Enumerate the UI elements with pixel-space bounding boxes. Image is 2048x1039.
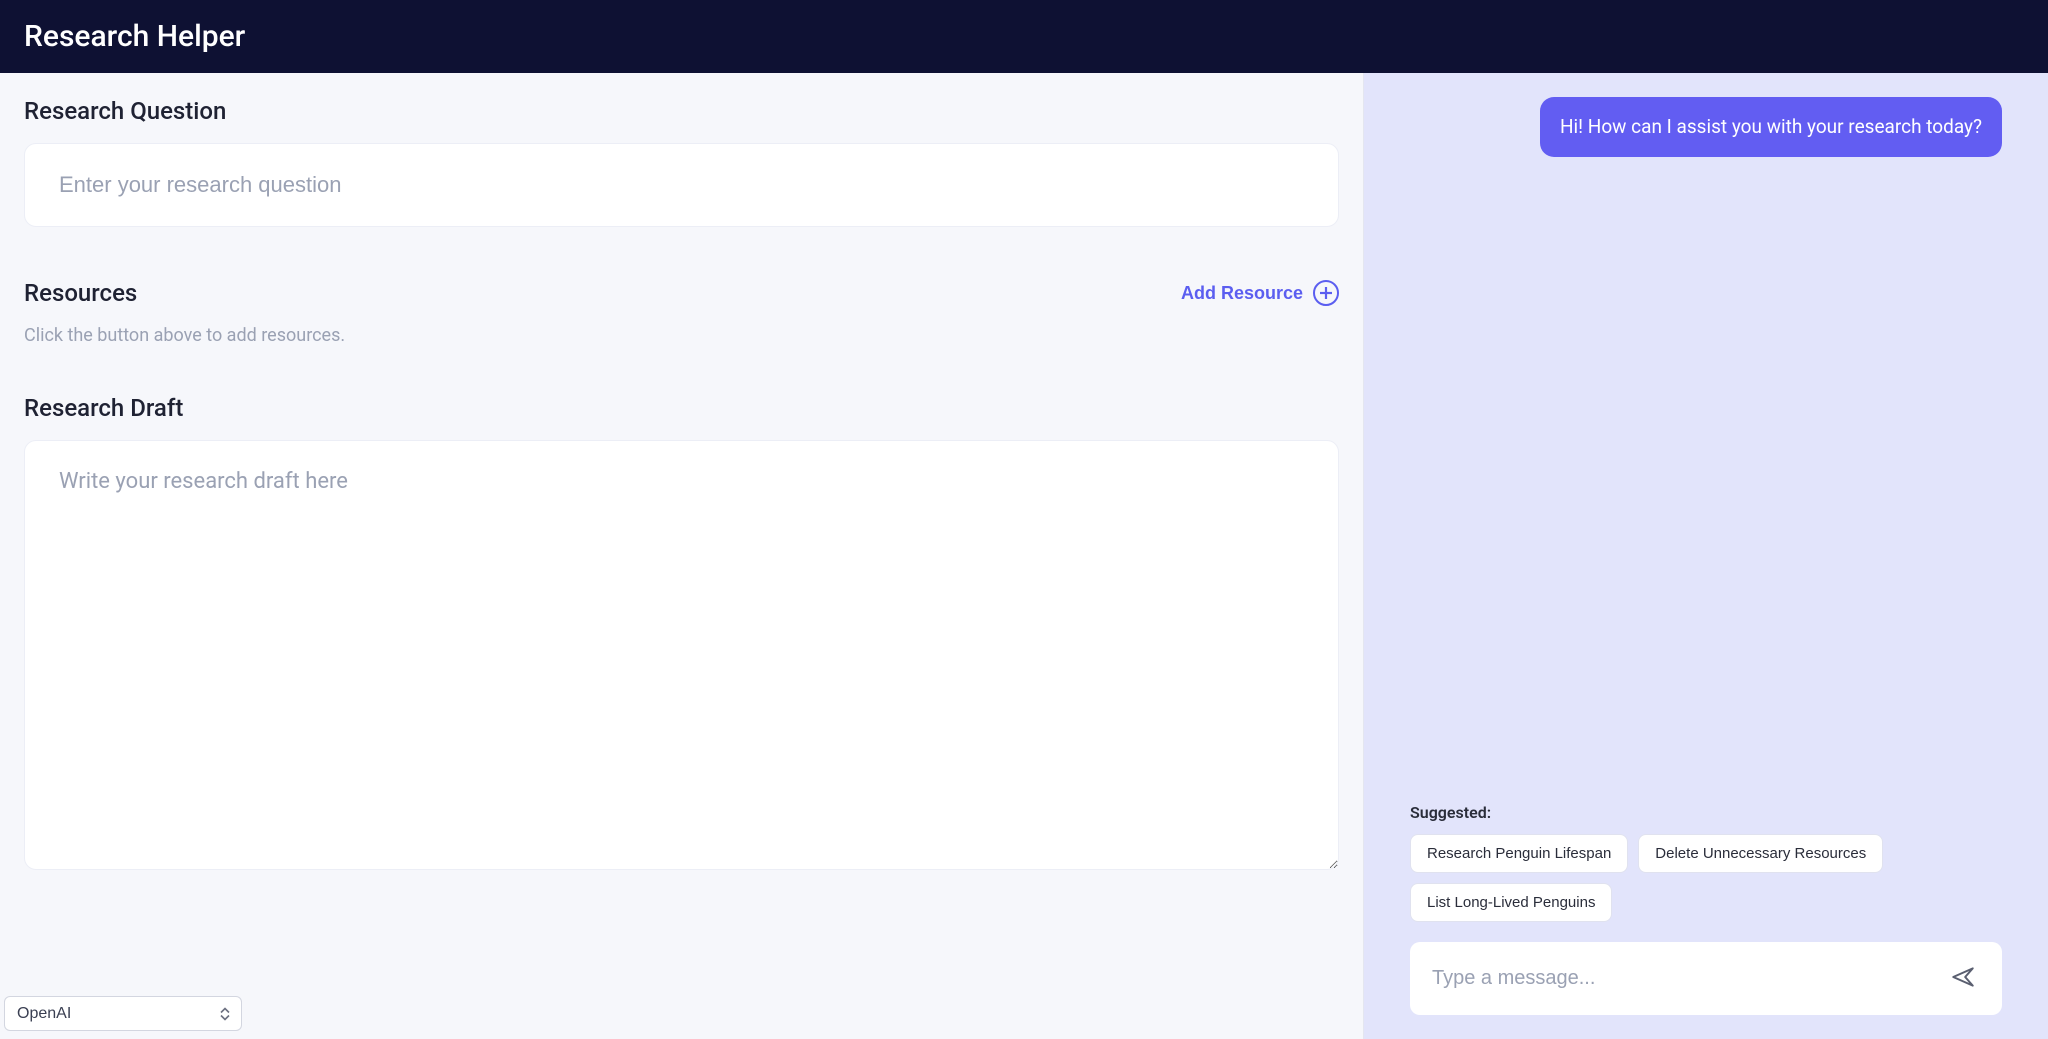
app-title: Research Helper [24, 19, 245, 54]
chat-panel: Hi! How can I assist you with your resea… [1364, 73, 2048, 1039]
research-question-title: Research Question [24, 97, 1339, 125]
assistant-message: Hi! How can I assist you with your resea… [1540, 97, 2002, 157]
chat-input-row [1410, 942, 2002, 1015]
model-selector-wrap: OpenAI [4, 996, 242, 1031]
add-resource-button[interactable]: Add Resource [1181, 280, 1339, 306]
send-button[interactable] [1946, 960, 1980, 997]
suggestion-chip[interactable]: Research Penguin Lifespan [1410, 834, 1628, 873]
add-resource-label: Add Resource [1181, 283, 1303, 304]
main-panel: Research Question Resources Add Resource… [0, 73, 1364, 1039]
resources-header: Resources Add Resource [24, 279, 1339, 307]
send-icon [1950, 964, 1976, 993]
plus-circle-icon [1313, 280, 1339, 306]
suggestion-chip[interactable]: Delete Unnecessary Resources [1638, 834, 1883, 873]
research-question-input[interactable] [24, 143, 1339, 227]
suggestion-chip[interactable]: List Long-Lived Penguins [1410, 883, 1612, 922]
research-draft-title: Research Draft [24, 394, 1339, 422]
suggested-chips: Research Penguin Lifespan Delete Unneces… [1410, 834, 2002, 922]
chat-messages: Hi! How can I assist you with your resea… [1410, 97, 2002, 803]
resources-title: Resources [24, 279, 137, 307]
research-draft-textarea[interactable] [24, 440, 1339, 870]
model-selector[interactable]: OpenAI [4, 996, 242, 1031]
suggested-label: Suggested: [1410, 803, 2002, 822]
app-header: Research Helper [0, 0, 2048, 73]
draft-section: Research Draft [24, 394, 1339, 874]
chat-input[interactable] [1432, 967, 1946, 990]
app-layout: Research Question Resources Add Resource… [0, 73, 2048, 1039]
resources-empty-text: Click the button above to add resources. [24, 325, 1339, 346]
